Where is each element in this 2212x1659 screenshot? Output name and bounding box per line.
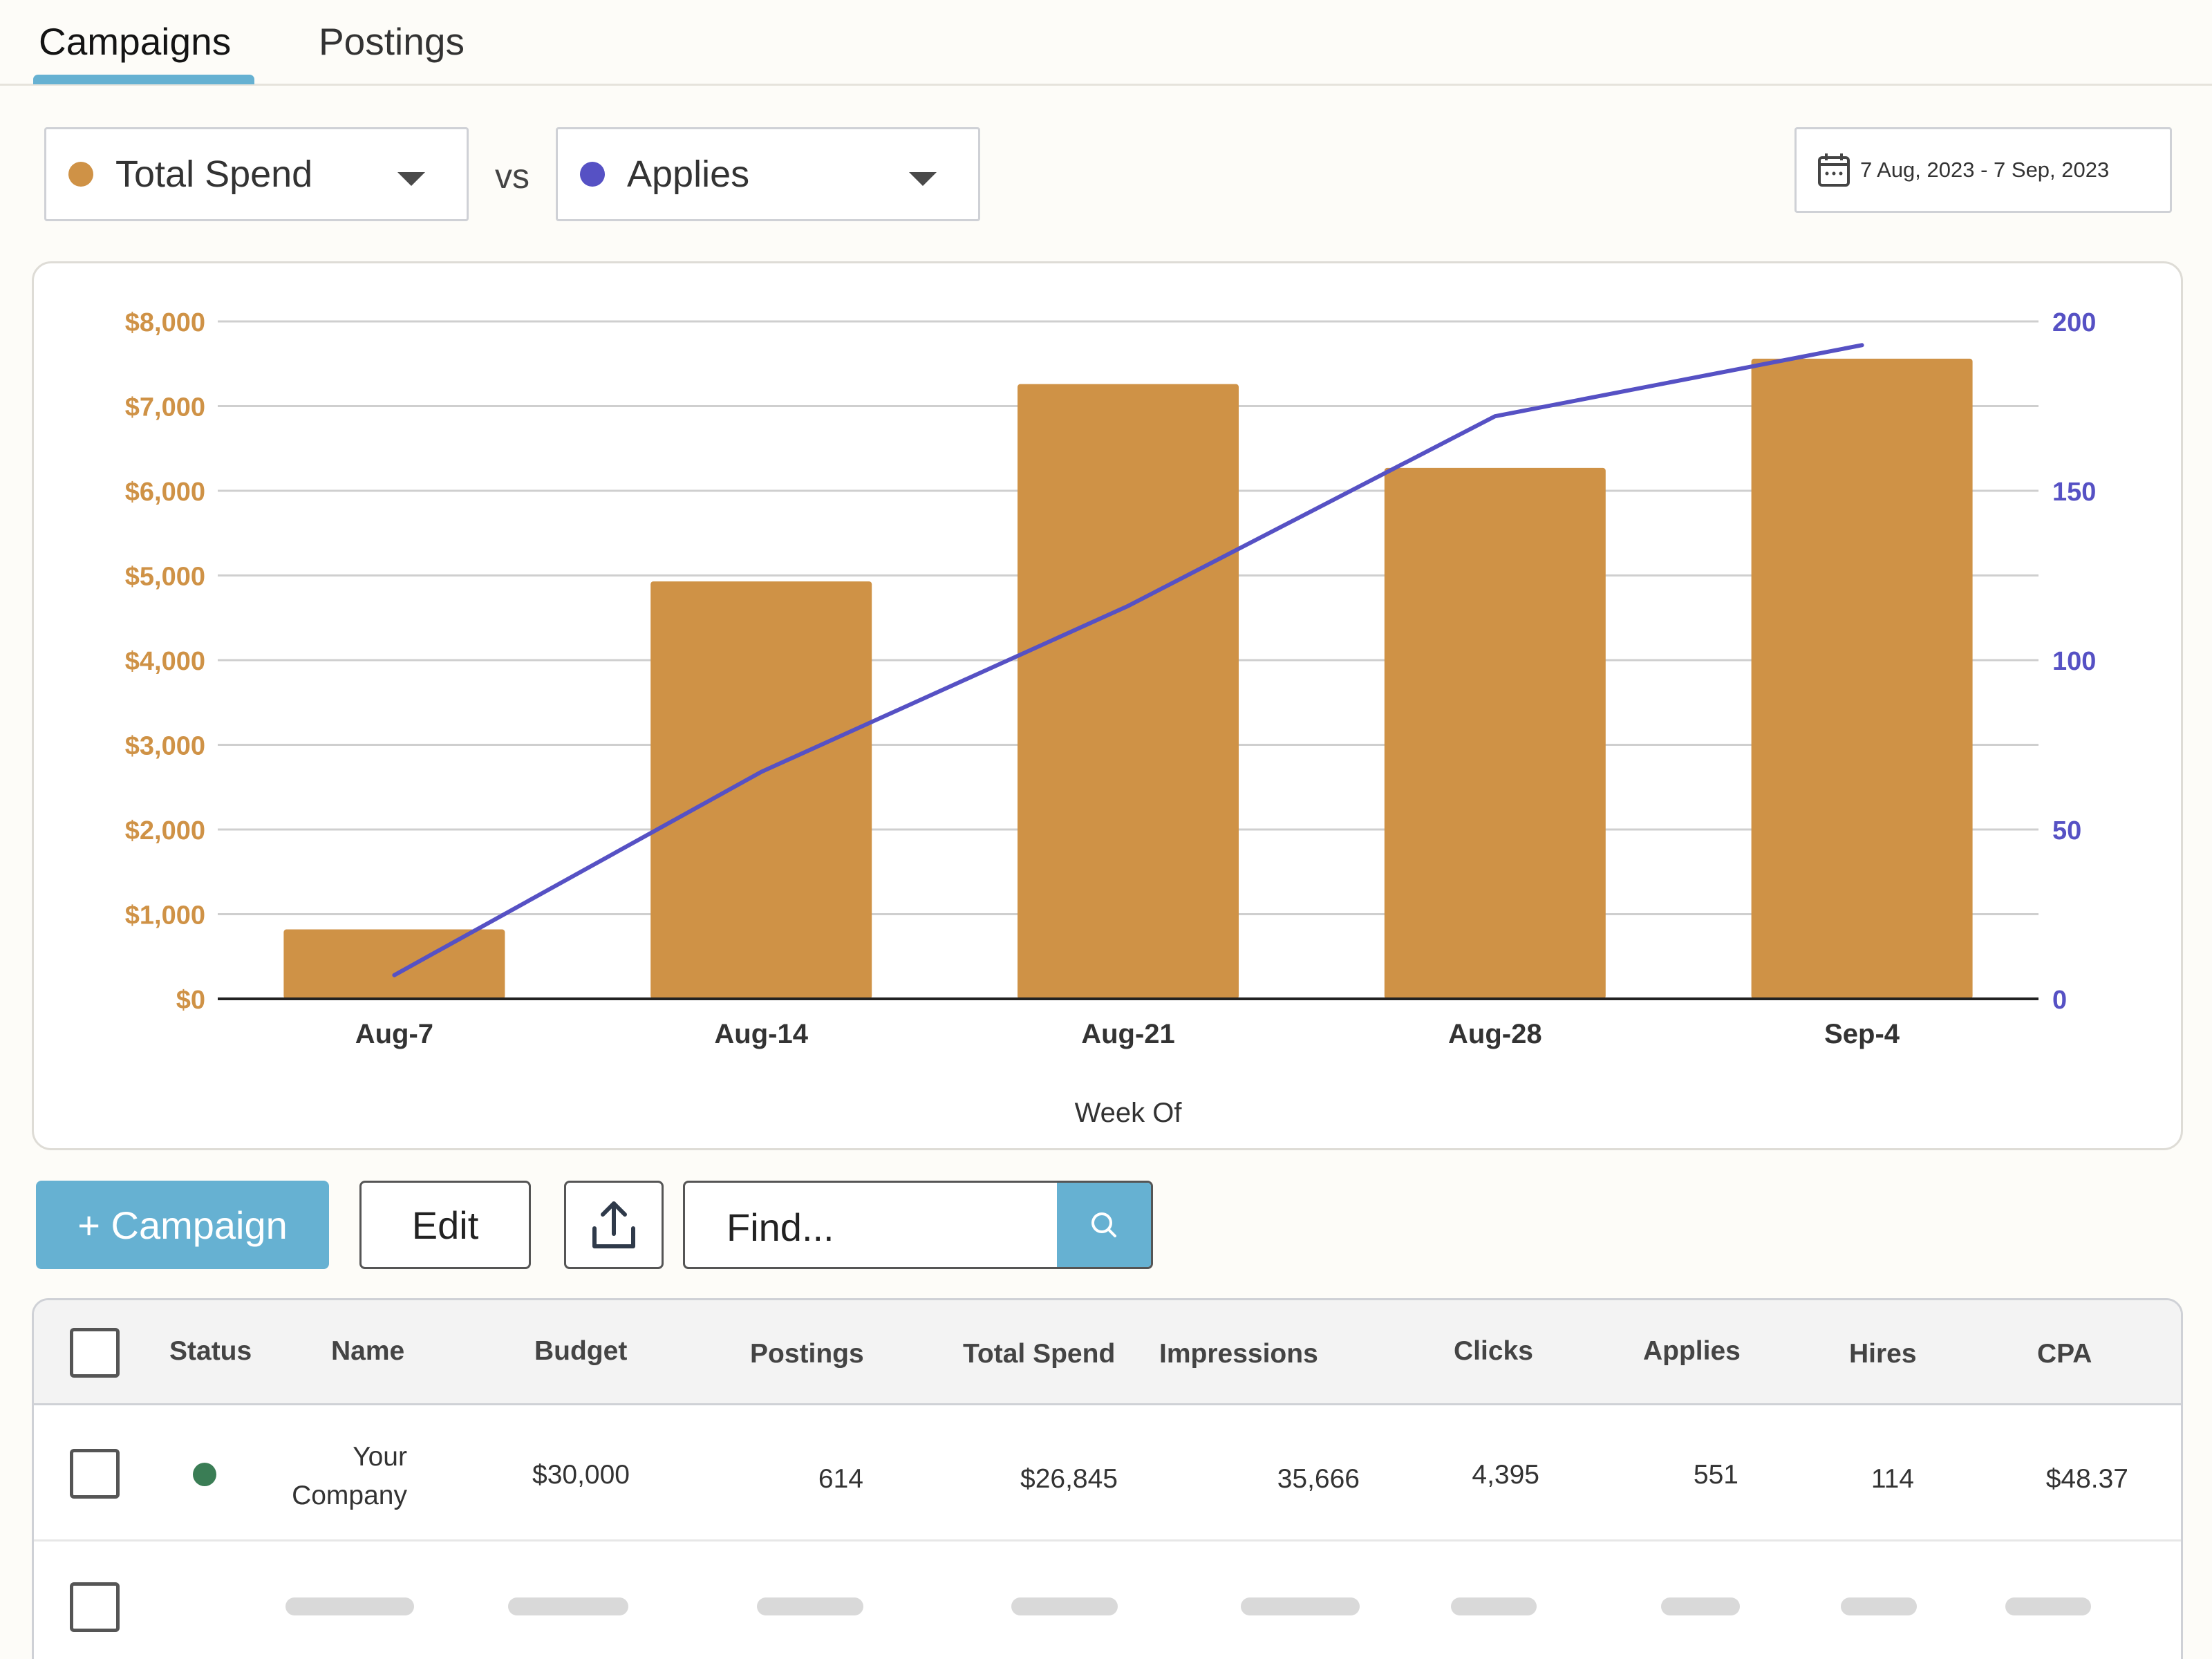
y-left-tick-label: $6,000 — [125, 478, 205, 507]
tab-bar: Campaigns Postings — [0, 0, 2212, 86]
primary-metric-label: Total Spend — [115, 153, 313, 195]
table-header: Status Name Budget Postings Total Spend … — [34, 1300, 2181, 1405]
loading-placeholder — [508, 1597, 628, 1615]
status-indicator — [193, 1463, 216, 1486]
y-right-tick-label: 200 — [2052, 308, 2096, 337]
y-left-tick-label: $2,000 — [125, 816, 205, 845]
loading-placeholder — [2005, 1597, 2091, 1615]
tab-postings[interactable]: Postings — [319, 19, 465, 64]
column-header-budget[interactable]: Budget — [534, 1336, 627, 1367]
date-range-label: 7 Aug, 2023 - 7 Sep, 2023 — [1860, 158, 2110, 182]
campaign-name-line1: Your — [353, 1442, 407, 1472]
campaign-name[interactable]: Your Company — [241, 1438, 407, 1515]
row-checkbox[interactable] — [70, 1449, 120, 1499]
cell-total-spend: $26,845 — [1020, 1464, 1118, 1494]
column-header-clicks[interactable]: Clicks — [1454, 1336, 1533, 1367]
y-left-tick-label: $7,000 — [125, 393, 205, 422]
x-tick-label: Aug-21 — [1081, 1019, 1175, 1049]
active-tab-indicator — [33, 75, 254, 84]
x-tick-label: Sep-4 — [1824, 1019, 1900, 1049]
loading-placeholder — [1661, 1597, 1740, 1615]
y-left-tick-label: $3,000 — [125, 732, 205, 761]
loading-placeholder — [285, 1597, 414, 1615]
primary-metric-dot — [68, 162, 93, 187]
chevron-down-icon — [397, 172, 425, 186]
x-tick-label: Aug-14 — [714, 1019, 808, 1049]
cell-hires: 114 — [1871, 1464, 1914, 1494]
search-box: Find... — [683, 1181, 1153, 1269]
table-row-loading — [34, 1544, 2181, 1659]
campaigns-table: Status Name Budget Postings Total Spend … — [32, 1298, 2183, 1659]
y-right-tick-label: 0 — [2052, 986, 2067, 1015]
y-left-tick-label: $8,000 — [125, 308, 205, 337]
loading-placeholder — [1451, 1597, 1537, 1615]
cell-budget: $30,000 — [532, 1460, 630, 1490]
table-row[interactable]: Your Company $30,000 614 $26,845 35,666 … — [34, 1407, 2181, 1541]
chevron-down-icon — [909, 172, 937, 186]
cell-impressions: 35,666 — [1277, 1464, 1360, 1494]
spend-applies-chart: $0 $1,000 $2,000 $3,000 $4,000 $5,000 $6,000 $7… — [125, 308, 2097, 1128]
y-left-tick-label: $5,000 — [125, 563, 205, 592]
search-input[interactable]: Find... — [727, 1205, 834, 1250]
loading-placeholder — [1841, 1597, 1917, 1615]
bar-total-spend — [283, 929, 505, 999]
vs-label: vs — [495, 157, 529, 196]
secondary-metric-select[interactable]: Applies — [556, 127, 980, 221]
column-header-cpa[interactable]: CPA — [2037, 1339, 2092, 1369]
primary-metric-select[interactable]: Total Spend — [44, 127, 469, 221]
secondary-metric-dot — [580, 162, 605, 187]
loading-placeholder — [1011, 1597, 1118, 1615]
cell-clicks: 4,395 — [1472, 1460, 1539, 1490]
bar-total-spend — [1018, 384, 1239, 999]
column-header-impressions[interactable]: Impressions — [1159, 1339, 1318, 1369]
column-header-postings[interactable]: Postings — [750, 1339, 864, 1369]
chart-card: $0 $1,000 $2,000 $3,000 $4,000 $5,000 $6,000 $7… — [32, 261, 2183, 1150]
secondary-metric-label: Applies — [627, 153, 750, 195]
y-left-tick-label: $0 — [176, 986, 205, 1015]
select-all-checkbox[interactable] — [70, 1328, 120, 1378]
bar-total-spend — [1751, 358, 1973, 999]
loading-placeholder — [757, 1597, 863, 1615]
y-left-tick-label: $4,000 — [125, 647, 205, 676]
y-right-tick-label: 150 — [2052, 478, 2096, 507]
tab-campaigns[interactable]: Campaigns — [39, 19, 231, 64]
cell-cpa: $48.37 — [2045, 1464, 2128, 1494]
cell-postings: 614 — [818, 1464, 863, 1494]
y-right-tick-label: 100 — [2052, 647, 2096, 676]
add-campaign-button[interactable]: + Campaign — [36, 1181, 329, 1269]
campaign-name-line2: Company — [292, 1481, 407, 1510]
bar-total-spend — [1384, 467, 1606, 999]
x-axis-title: Week Of — [1075, 1098, 1183, 1128]
upload-icon — [592, 1201, 635, 1248]
search-button[interactable] — [1057, 1183, 1151, 1267]
loading-placeholder — [1241, 1597, 1360, 1615]
edit-button[interactable]: Edit — [359, 1181, 531, 1269]
column-header-name[interactable]: Name — [331, 1336, 404, 1367]
x-tick-label: Aug-28 — [1448, 1019, 1542, 1049]
column-header-hires[interactable]: Hires — [1849, 1339, 1917, 1369]
date-range-picker[interactable]: 7 Aug, 2023 - 7 Sep, 2023 — [1794, 127, 2172, 213]
search-icon — [1091, 1212, 1116, 1237]
x-tick-label: Aug-7 — [355, 1019, 433, 1049]
bar-total-spend — [650, 581, 872, 999]
export-button[interactable] — [564, 1181, 664, 1269]
row-checkbox[interactable] — [70, 1582, 120, 1632]
cell-applies: 551 — [1693, 1460, 1738, 1490]
calendar-icon — [1818, 153, 1850, 187]
y-right-tick-label: 50 — [2052, 816, 2081, 845]
column-header-applies[interactable]: Applies — [1643, 1336, 1741, 1367]
column-header-status[interactable]: Status — [169, 1336, 252, 1367]
y-left-tick-label: $1,000 — [125, 901, 205, 930]
column-header-total-spend[interactable]: Total Spend — [963, 1339, 1115, 1369]
